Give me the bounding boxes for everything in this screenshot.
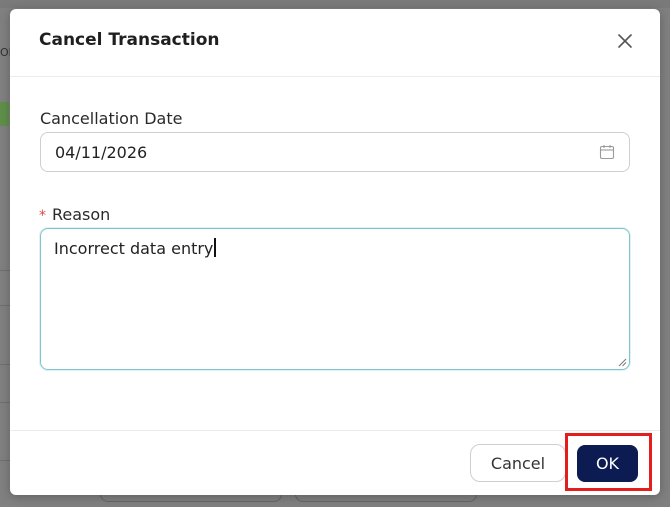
ok-button[interactable]: OK — [577, 445, 638, 482]
dialog-footer: Cancel OK — [10, 430, 660, 496]
reason-value: Incorrect data entry — [54, 239, 214, 258]
dialog-header: Cancel Transaction — [10, 9, 660, 77]
reason-label: * Reason — [39, 205, 110, 224]
dialog-title: Cancel Transaction — [39, 30, 220, 50]
resize-handle-icon[interactable] — [617, 357, 627, 367]
reason-label-text: Reason — [52, 205, 111, 224]
cancel-transaction-dialog: Cancel Transaction Cancellation Date 04/… — [10, 9, 660, 495]
cancellation-date-value: 04/11/2026 — [55, 143, 148, 162]
calendar-icon[interactable] — [599, 144, 615, 160]
background-header-strip — [0, 0, 670, 8]
cancellation-date-input[interactable]: 04/11/2026 — [40, 132, 630, 172]
close-icon — [618, 34, 632, 48]
cancellation-date-label: Cancellation Date — [40, 109, 183, 128]
required-marker: * — [39, 208, 46, 224]
cancel-button[interactable]: Cancel — [470, 444, 566, 482]
background-status-badge — [0, 102, 9, 126]
text-caret — [214, 238, 216, 257]
reason-textarea[interactable]: Incorrect data entry — [40, 228, 630, 370]
close-button[interactable] — [614, 30, 636, 52]
reason-text: Incorrect data entry — [54, 238, 216, 258]
